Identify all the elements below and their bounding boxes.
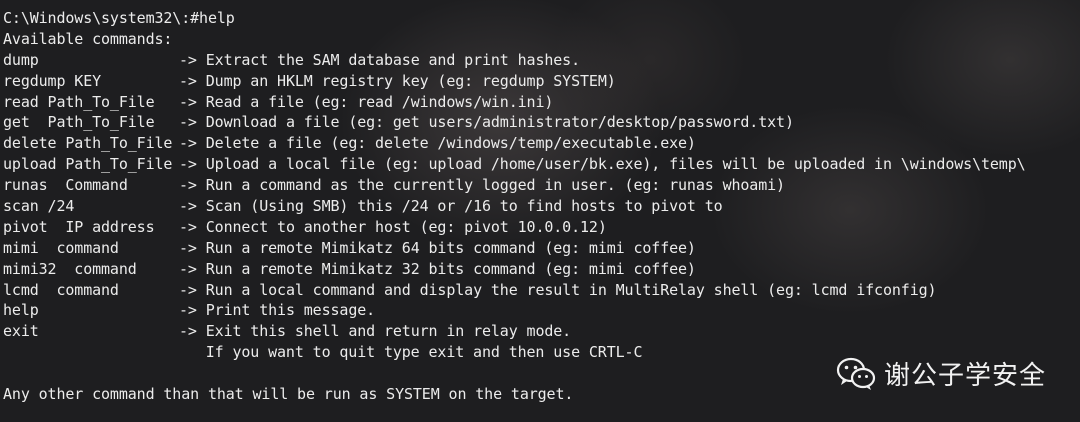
command-description: Exit this shell and return in relay mode… [205,322,572,341]
command-name: read Path_To_File [3,92,155,111]
help-row-upload: upload Path_To_File -> Upload a local fil… [3,154,1026,175]
command-description: Connect to another host (eg: pivot 10.0.… [205,217,607,236]
command-name: delete Path_To_File [3,134,173,153]
command-description: Run a local command and display the resu… [205,280,937,299]
command-description: Scan (Using SMB) this /24 or /16 to find… [205,197,723,216]
arrow: -> [179,238,197,257]
command-description: Extract the SAM database and print hashe… [205,50,581,69]
help-row-mimi: mimi command -> Run a remote Mimikatz 64 … [3,238,1026,259]
command-name: mimi command [3,238,119,257]
arrow: -> [179,301,197,320]
arrow: -> [179,113,197,132]
command-description: Run a remote Mimikatz 64 bits command (e… [205,238,696,257]
command-description: Read a file (eg: read /windows/win.ini) [205,92,554,111]
command-name: help [3,301,39,320]
watermark-text: 谢公子学安全 [884,361,1047,391]
prompt-line: C:\Windows\system32\:#help [3,9,235,27]
arrow: -> [179,322,197,341]
command-name: exit [3,322,39,341]
command-name: scan /24 [3,197,75,216]
arrow: -> [179,71,197,90]
available-commands-header: Available commands: [3,29,173,48]
help-row-regdump: regdump KEY -> Dump an HKLM registry key … [3,71,1026,92]
help-row-delete: delete Path_To_File -> Delete a file (eg:… [3,133,1026,154]
wechat-icon [836,357,876,390]
help-row-help: help -> Print this message. [3,300,1026,321]
help-row-runas: runas Command -> Run a command as the cur… [3,175,1026,196]
command-name: get Path_To_File [3,113,155,132]
help-row-dump: dump -> Extract the SAM database and prin… [3,50,1026,71]
arrow: -> [179,134,197,153]
command-name: lcmd command [3,280,119,299]
terminal-output[interactable]: C:\Windows\system32\:#help Available comm… [3,8,1026,405]
arrow: -> [179,197,197,216]
exit-note: If you want to quit type exit and then u… [205,343,643,362]
arrow: -> [179,217,197,236]
command-description: Run a command as the currently logged in… [205,176,785,195]
arrow: -> [179,50,197,69]
arrow: -> [179,176,197,195]
command-name: mimi32 command [3,259,137,278]
command-description: Download a file (eg: get users/administr… [205,113,794,132]
arrow: -> [179,280,197,299]
help-row-exit: exit -> Exit this shell and return in rel… [3,321,1026,342]
command-description: Run a remote Mimikatz 32 bits command (e… [205,259,696,278]
help-row-mimi32: mimi32 command -> Run a remote Mimikatz 3… [3,259,1026,280]
command-description: Delete a file (eg: delete /windows/temp/… [205,134,696,153]
arrow: -> [179,155,197,174]
help-row-read: read Path_To_File -> Read a file (eg: rea… [3,92,1026,113]
help-row-scan: scan /24 -> Scan (Using SMB) this /24 or … [3,196,1026,217]
help-row-pivot: pivot IP address -> Connect to another ho… [3,217,1026,238]
arrow: -> [179,259,197,278]
command-description: Upload a local file (eg: upload /home/us… [205,155,1026,174]
arrow: -> [179,92,197,111]
command-name: regdump KEY [3,71,102,90]
command-name: runas Command [3,176,128,195]
command-name: pivot IP address [3,217,155,236]
help-row-get: get Path_To_File -> Download a file (eg: … [3,112,1026,133]
help-row-lcmd: lcmd command -> Run a local command and d… [3,280,1026,301]
command-description: Dump an HKLM registry key (eg: regdump S… [205,71,616,90]
command-name: dump [3,50,39,69]
watermark: 谢公子学安全 [836,355,1046,392]
command-name: upload Path_To_File [3,155,173,174]
command-description: Print this message. [205,301,376,320]
